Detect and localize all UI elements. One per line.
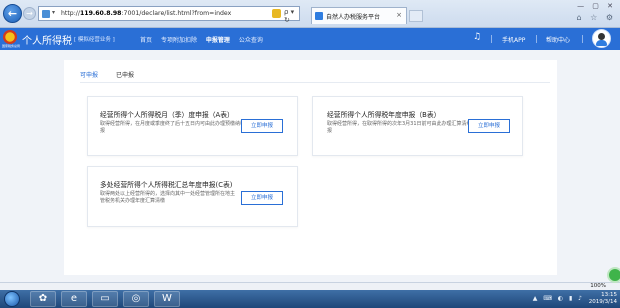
floating-assistant-icon[interactable] — [607, 267, 620, 283]
card-form-a: 经营所得个人所得税月（季）度申报（A表） 取得经营所得，在月度或季度终了后十五日… — [87, 96, 298, 156]
emblem-caption: 国家税务总局 — [2, 44, 21, 48]
wps-icon[interactable]: W — [154, 291, 180, 307]
compat-view-icon[interactable] — [272, 9, 281, 18]
search-refresh-icons[interactable]: ρ ▾ ↻ — [284, 8, 299, 24]
back-button[interactable]: ← — [3, 4, 22, 23]
system-tray-icons[interactable]: ▲ ⌨ ◐ ▮ ♪ — [533, 295, 584, 302]
site-subtitle: [ 模拟经营业务 ] — [74, 37, 115, 43]
address-bar[interactable]: ▾ http://119.60.8.98:7001/declare/list.h… — [38, 6, 300, 24]
card-title: 多处经营所得个人所得税汇总年度申报(C表) — [100, 181, 233, 189]
declare-now-button[interactable]: 立即申报 — [241, 191, 283, 205]
browser-statusbar: 100% — [0, 282, 620, 290]
start-button[interactable] — [4, 291, 20, 307]
divider — [536, 35, 537, 43]
new-tab-button[interactable] — [409, 10, 423, 22]
page-icon — [42, 10, 50, 18]
ie-icon[interactable]: e — [61, 291, 87, 307]
favicon-icon — [315, 12, 323, 20]
nav-home[interactable]: 首页 — [140, 37, 152, 44]
browser-tab[interactable]: 自然人办税服务平台 × — [311, 7, 407, 24]
browser-toolbar: ← → ▾ http://119.60.8.98:7001/declare/li… — [0, 0, 620, 28]
app-icon-colorful[interactable]: ✿ — [30, 291, 56, 307]
system-clock[interactable]: 13:15 2019/3/14 — [589, 292, 617, 306]
mobile-app-link[interactable]: 手机APP — [502, 35, 525, 44]
bell-icon[interactable]: ♫ — [473, 32, 481, 42]
tax-emblem-icon — [3, 30, 17, 44]
forward-button[interactable]: → — [23, 7, 36, 20]
clock-date: 2019/3/14 — [588, 299, 617, 305]
declare-now-button[interactable]: 立即申报 — [241, 119, 283, 133]
card-title: 经营所得个人所得税月（季）度申报（A表） — [100, 111, 234, 119]
divider — [491, 35, 492, 43]
nav-declaration-management[interactable]: 申报管理 — [206, 37, 230, 44]
divider — [582, 35, 583, 43]
card-form-b: 经营所得个人所得税年度申报（B表） 取得经营所得，在取得所得的次年3月31日前可… — [312, 96, 523, 156]
clock-time: 13:15 — [601, 292, 617, 298]
nav-public-query[interactable]: 公众查询 — [239, 37, 263, 44]
card-form-c: 多处经营所得个人所得税汇总年度申报(C表) 取得两处以上经营所得的，选择向其中一… — [87, 166, 298, 227]
zoom-level[interactable]: 100% — [590, 283, 606, 289]
tab-title: 自然人办税服务平台 — [326, 14, 381, 21]
help-center-link[interactable]: 帮助中心 — [546, 35, 570, 44]
tab-close-icon[interactable]: × — [396, 11, 402, 19]
nav-special-deduction[interactable]: 专项附加扣除 — [161, 37, 197, 44]
window-controls[interactable]: — ▢ ✕ — [577, 2, 616, 10]
declaration-panel: 可申报 已申报 经营所得个人所得税月（季）度申报（A表） 取得经营所得，在月度或… — [64, 60, 557, 275]
declare-now-button[interactable]: 立即申报 — [468, 119, 510, 133]
tab-divider — [80, 82, 550, 83]
address-url[interactable]: http://119.60.8.98:7001/declare/list.htm… — [61, 10, 231, 17]
browser-green-icon[interactable]: ◎ — [123, 291, 149, 307]
card-description: 取得经营所得，在月度或季度终了后十五日内可由此办理预缴纳税申报 — [100, 121, 251, 134]
main-nav: 首页 专项附加扣除 申报管理 公众查询 — [140, 35, 270, 44]
site-header: 国家税务总局 个人所得税 [ 模拟经营业务 ] 首页 专项附加扣除 申报管理 公… — [0, 28, 620, 50]
tab-submitted[interactable]: 已申报 — [116, 70, 134, 82]
dropdown-icon[interactable]: ▾ — [52, 9, 55, 16]
avatar[interactable] — [592, 29, 611, 48]
home-favorites-settings-icons[interactable]: ⌂ ☆ ⚙ — [576, 13, 616, 22]
folder-icon[interactable]: ▭ — [92, 291, 118, 307]
card-title: 经营所得个人所得税年度申报（B表） — [327, 111, 441, 119]
card-description: 取得两处以上经营所得的，选择向其中一处经营管理所在地主管税务机关办理年度汇算清缴 — [100, 191, 236, 204]
card-description: 取得经营所得，在取得所得的次年3月31日前可由此办理汇算清缴申报 — [327, 121, 477, 134]
site-title: 个人所得税 — [22, 36, 72, 47]
windows-taskbar: ✿ e ▭ ◎ W ▲ ⌨ ◐ ▮ ♪ 13:15 2019/3/14 — [0, 290, 620, 308]
